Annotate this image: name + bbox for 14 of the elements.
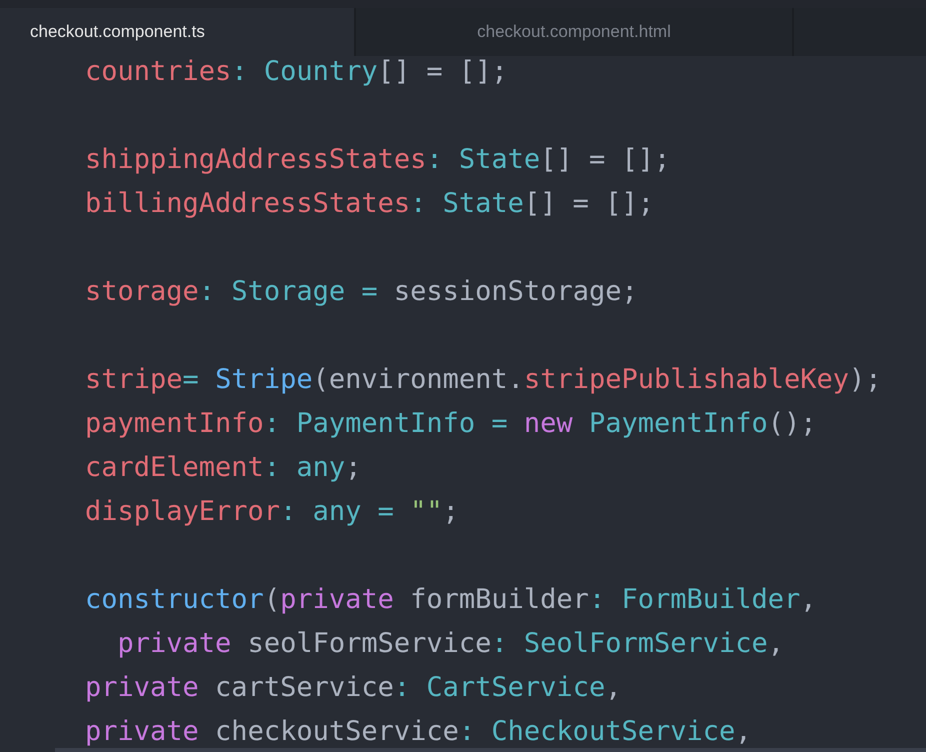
code-line: billingAddressStates: State[] = []; [85,187,654,221]
editor-tab[interactable]: checkout.component.html [354,8,794,56]
code-line: cardElement: any; [85,451,362,485]
code-line: private checkoutService: CheckoutService, [85,715,752,749]
code-line: shippingAddressStates: State[] = []; [85,143,670,177]
code-line: stripe= Stripe(environment.stripePublishableKey); [85,363,882,397]
code-line: private seolFormService: SeolFormService, [116,627,784,661]
code-line: displayError: any = ""; [85,495,459,529]
editor-tab[interactable]: checkout.component.ts [0,8,354,56]
code-line: storage: Storage = sessionStorage; [85,275,638,309]
code-line: private cartService: CartService, [85,671,622,705]
code-line: paymentInfo: PaymentInfo = new PaymentInfo(); [85,407,817,441]
code-line: countries: Country[] = []; [85,55,508,89]
code-line: constructor(private formBuilder: FormBuilder, [85,583,817,617]
